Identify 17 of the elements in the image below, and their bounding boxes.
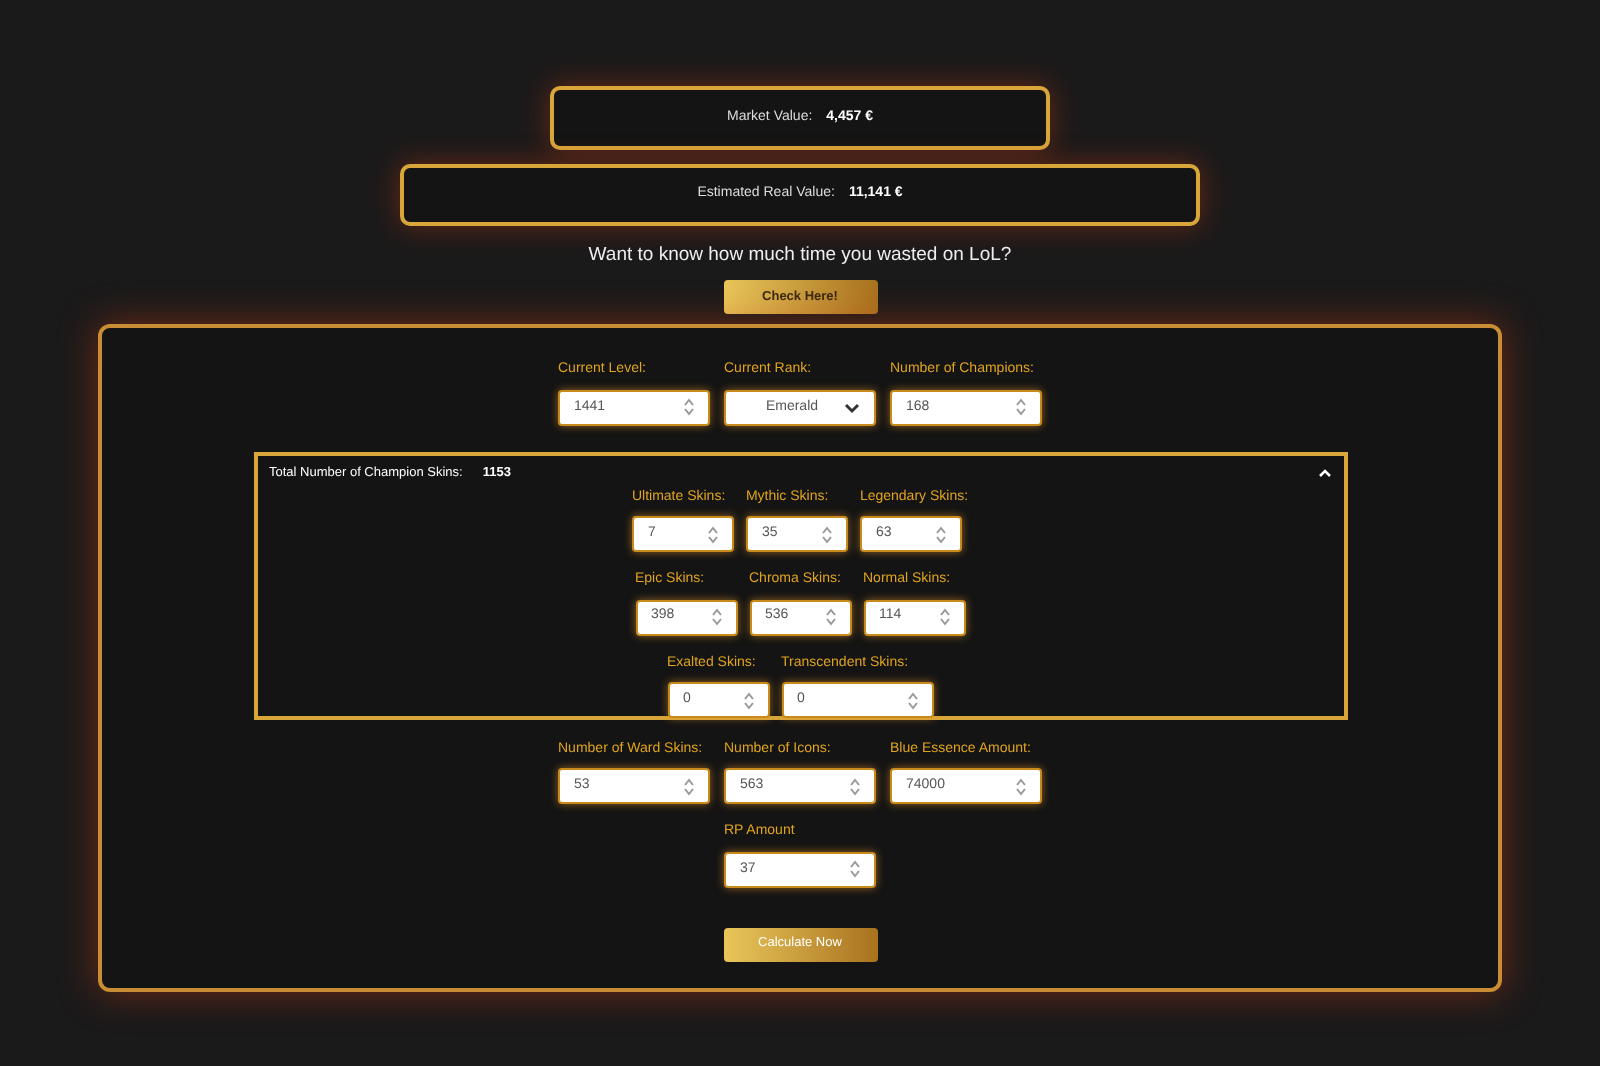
spinner-icon[interactable] [684,398,694,417]
spinner-icon[interactable] [743,691,753,709]
spinner-icon[interactable] [1016,398,1026,417]
spinner-icon[interactable] [711,608,721,626]
spinner-icon[interactable] [850,777,860,796]
spinner-icon[interactable] [935,525,946,543]
spinner-icon[interactable] [825,608,835,626]
spinner-icon[interactable] [684,777,694,796]
spinner-icon[interactable] [850,860,860,879]
spinner-icon[interactable] [1016,777,1026,796]
spinner-icon[interactable] [939,608,949,626]
spinner-icon[interactable] [707,525,718,543]
spinner-icon[interactable] [821,525,832,543]
question-text: Want to know how much time you wasted on LoL? [588,242,1012,270]
chevron-up-icon[interactable] [1317,468,1331,479]
caret-icon[interactable] [844,401,860,414]
spinner-icon[interactable] [907,691,917,709]
